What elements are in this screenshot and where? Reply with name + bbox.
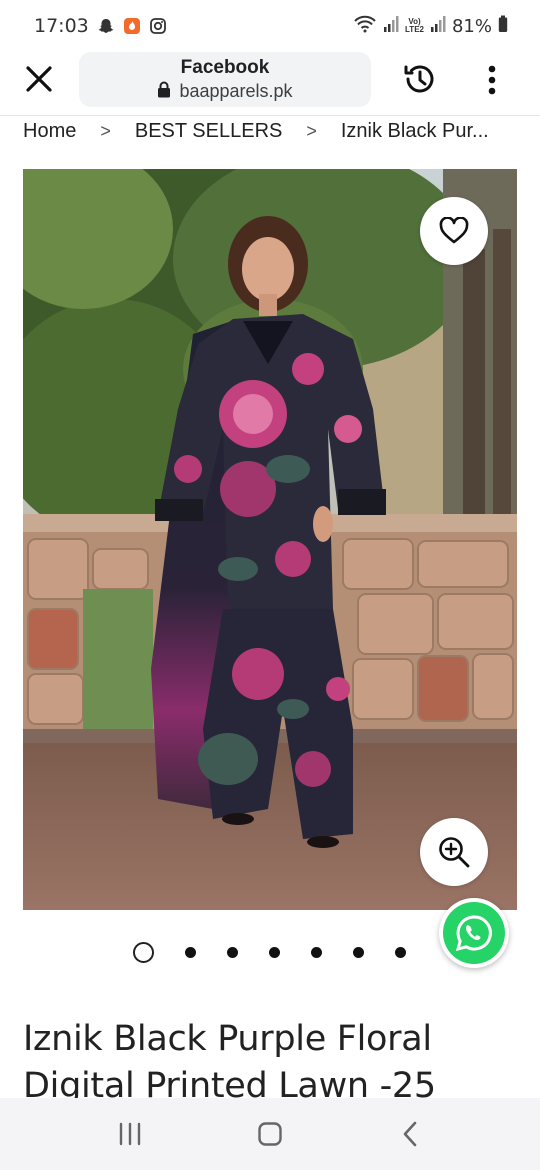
product-image[interactable]: [23, 169, 517, 910]
gallery-dot[interactable]: [395, 946, 406, 958]
gallery-dot-active[interactable]: [133, 941, 154, 963]
lock-icon: [157, 81, 171, 103]
status-right: Vo) LTE2 81%: [353, 15, 508, 38]
close-icon: [26, 66, 52, 92]
more-vert-icon: [488, 65, 496, 95]
gallery-dot[interactable]: [185, 946, 196, 958]
product-title: Iznik Black Purple Floral Digital Printe…: [23, 1019, 436, 1106]
gallery-dot[interactable]: [227, 946, 238, 958]
recent-apps-button[interactable]: [100, 1109, 160, 1159]
whatsapp-icon: [455, 915, 492, 952]
battery-icon: [498, 15, 508, 38]
url-bar[interactable]: Facebook baapparels.pk: [79, 52, 371, 107]
gallery-dot[interactable]: [269, 946, 280, 958]
url-line: baapparels.pk: [157, 81, 293, 103]
page-title: Facebook: [180, 56, 270, 78]
gallery-dot[interactable]: [353, 946, 364, 958]
gallery-dot[interactable]: [311, 946, 322, 958]
home-icon: [258, 1122, 282, 1146]
signal-icon-2: [430, 15, 446, 38]
home-button[interactable]: [240, 1109, 300, 1159]
url-domain: baapparels.pk: [179, 81, 293, 101]
app-notification-icon: [123, 17, 141, 35]
breadcrumb-separator: >: [100, 120, 111, 141]
heart-icon: [439, 217, 469, 244]
network-type-bottom: LTE2: [405, 25, 424, 34]
breadcrumb: Home > BEST SELLERS > Iznik Black Pur...: [23, 116, 523, 146]
history-button[interactable]: [401, 60, 439, 98]
product-photo: [23, 169, 517, 910]
more-menu-button[interactable]: [480, 62, 504, 98]
history-icon: [404, 65, 434, 93]
breadcrumb-home[interactable]: Home: [23, 120, 76, 143]
breadcrumb-separator: >: [306, 120, 317, 141]
wifi-icon: [353, 15, 377, 38]
zoom-in-icon: [439, 837, 470, 868]
close-button[interactable]: [22, 62, 56, 96]
battery-percent: 81%: [451, 15, 492, 37]
gallery-pagination: [133, 941, 437, 963]
zoom-button[interactable]: [420, 818, 488, 886]
back-button[interactable]: [380, 1109, 440, 1159]
breadcrumb-best-sellers[interactable]: BEST SELLERS: [135, 120, 282, 143]
instagram-icon: [149, 17, 167, 35]
status-bar: 17:03 Vo) LTE2 81%: [0, 0, 540, 52]
signal-icon: [383, 15, 399, 38]
snapchat-icon: [97, 17, 115, 35]
status-left: 17:03: [34, 15, 167, 37]
recent-apps-icon: [119, 1122, 141, 1146]
system-nav-bar: [0, 1098, 540, 1170]
wishlist-button[interactable]: [420, 197, 488, 265]
breadcrumb-current: Iznik Black Pur...: [340, 119, 489, 142]
network-type: Vo) LTE2: [405, 18, 424, 34]
browser-toolbar: Facebook baapparels.pk: [0, 50, 540, 112]
back-icon: [403, 1121, 417, 1147]
whatsapp-bubble: [443, 902, 505, 964]
whatsapp-button[interactable]: [439, 898, 509, 968]
status-time: 17:03: [34, 15, 89, 37]
